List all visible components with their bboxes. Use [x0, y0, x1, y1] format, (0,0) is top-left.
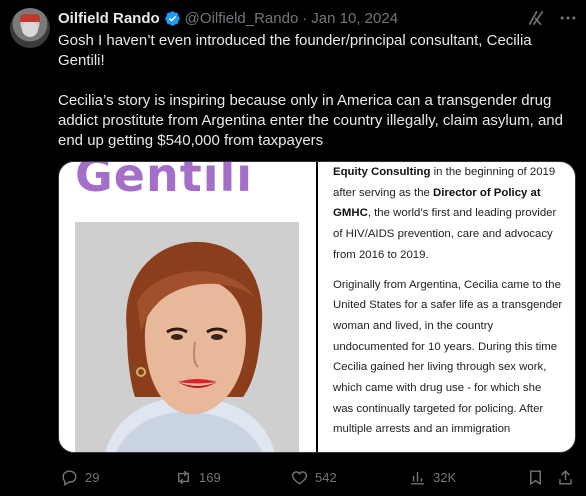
bookmark-icon: [530, 469, 541, 485]
like-count: 542: [315, 469, 337, 485]
views-count: 32K: [433, 469, 457, 485]
reply-icon: [62, 469, 77, 486]
separator-dot: ·: [302, 9, 308, 27]
tweet[interactable]: Oilfield Rando @Oilfield_Rando · Jan 10,…: [0, 0, 586, 496]
bio-paragraph-1: Equity Consulting in the beginning of 20…: [333, 162, 563, 266]
portrait-illustration: [75, 222, 299, 452]
portrait-photo: [75, 222, 299, 452]
tweet-text: Gosh I haven’t even introduced the found…: [58, 31, 576, 151]
bio-text: Equity Consulting in the beginning of 20…: [333, 162, 563, 440]
repost-button[interactable]: 169: [174, 465, 221, 489]
media-heading: Gentili: [75, 161, 253, 202]
verified-badge-icon: [164, 10, 180, 26]
bio-paragraph-2: Originally from Argentina, Cecilia came …: [333, 278, 563, 436]
media-left-panel: Gentili: [59, 161, 315, 452]
bookmark-button[interactable]: [526, 465, 551, 489]
like-button[interactable]: 542: [290, 465, 337, 489]
tweet-date[interactable]: Jan 10, 2024: [311, 10, 398, 27]
tweet-media-image[interactable]: Gentili Equity Consulting in the beginni…: [58, 161, 576, 453]
author-name[interactable]: Oilfield Rando: [58, 10, 160, 27]
avatar-face: [22, 21, 38, 37]
views-icon: [411, 471, 424, 485]
reply-count: 29: [85, 469, 100, 485]
author-handle[interactable]: @Oilfield_Rando: [185, 10, 299, 27]
more-options-icon[interactable]: [558, 8, 578, 28]
action-bar: 29 169 542 32K: [58, 465, 576, 489]
tweet-paragraph-2: Cecilia’s story is inspiring because onl…: [58, 92, 563, 149]
share-icon: [559, 469, 572, 485]
tweet-paragraph-1: Gosh I haven’t even introduced the found…: [58, 32, 532, 69]
media-divider: [316, 162, 318, 452]
share-button[interactable]: [556, 465, 581, 489]
grok-icon[interactable]: [526, 8, 546, 28]
reply-button[interactable]: 29: [60, 465, 99, 489]
tweet-header: Oilfield Rando @Oilfield_Rando · Jan 10,…: [58, 8, 398, 28]
repost-icon: [178, 470, 189, 484]
repost-count: 169: [199, 469, 221, 485]
views-button[interactable]: 32K: [408, 465, 456, 489]
bio-org-name: Equity Consulting: [333, 166, 431, 178]
heart-icon: [291, 470, 308, 485]
avatar-hat: [20, 14, 40, 22]
avatar[interactable]: [10, 8, 50, 48]
